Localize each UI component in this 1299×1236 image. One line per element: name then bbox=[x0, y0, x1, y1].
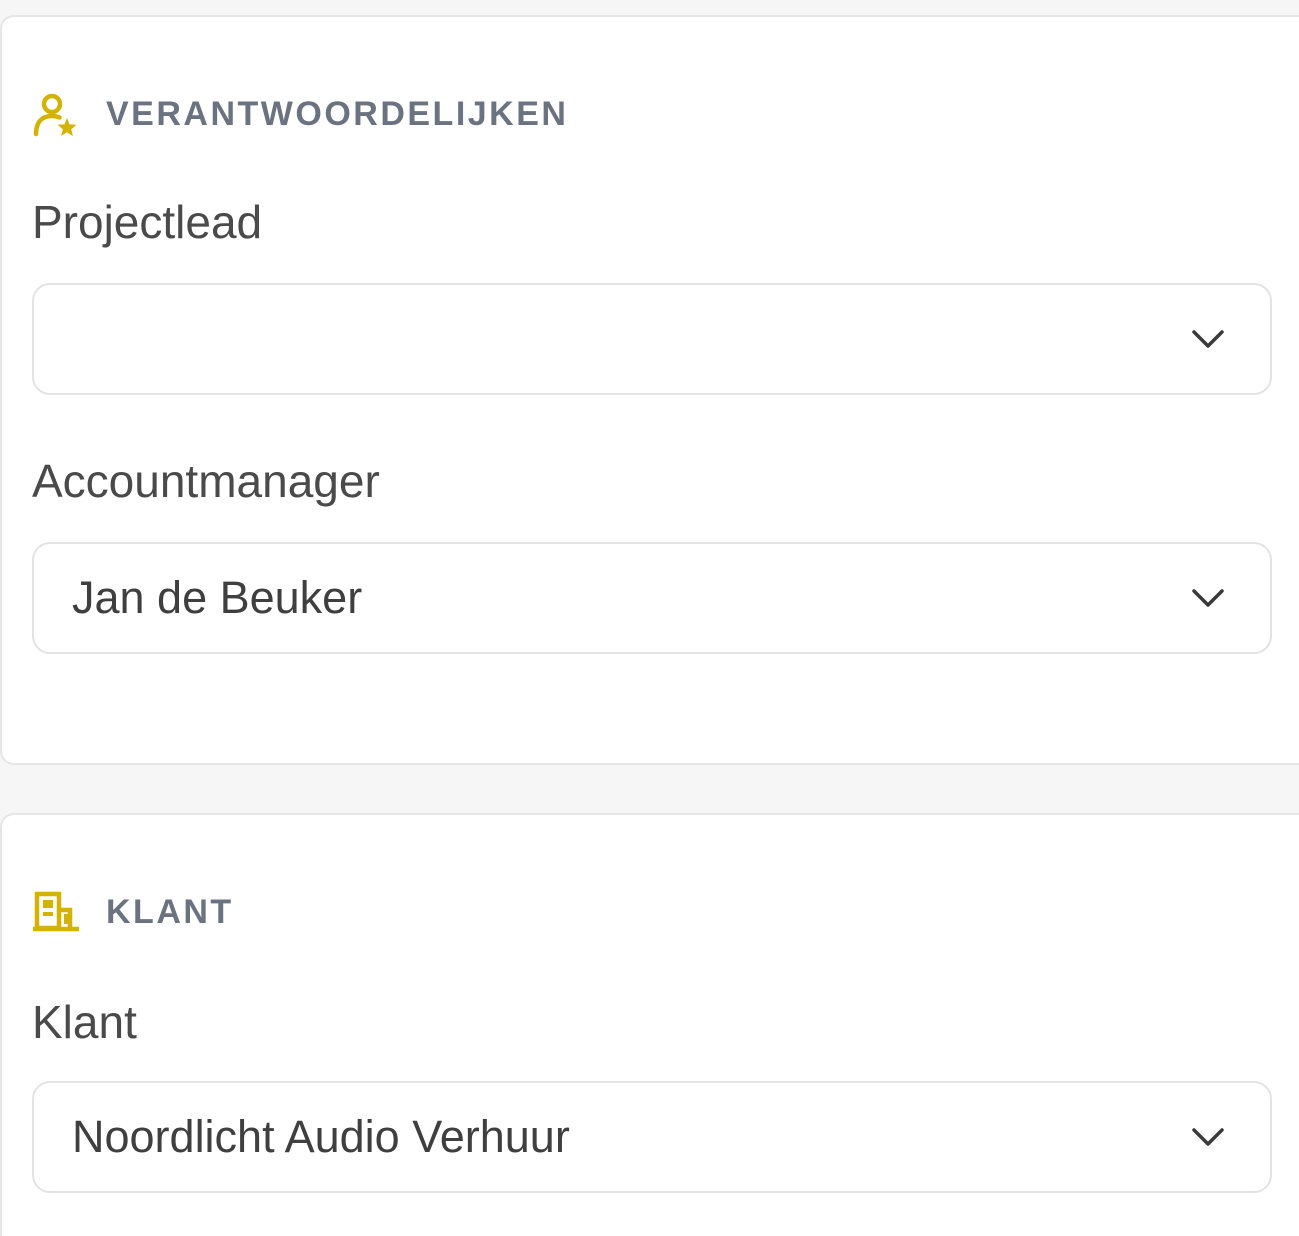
client-select[interactable]: Noordlicht Audio Verhuur bbox=[32, 1081, 1272, 1193]
projectlead-label: Projectlead bbox=[32, 196, 263, 248]
client-section-header: KLANT bbox=[32, 888, 234, 936]
client-label: Klant bbox=[32, 996, 137, 1048]
responsibles-section-header: VERANTWOORDELIJKEN bbox=[32, 90, 568, 138]
accountmanager-select[interactable]: Jan de Beuker bbox=[32, 542, 1272, 654]
accountmanager-label: Accountmanager bbox=[32, 455, 380, 507]
chevron-down-icon bbox=[1188, 1117, 1228, 1157]
section-title: KLANT bbox=[106, 892, 234, 931]
section-title: VERANTWOORDELIJKEN bbox=[106, 94, 569, 133]
accountmanager-value: Jan de Beuker bbox=[72, 572, 363, 623]
chevron-down-icon bbox=[1188, 319, 1228, 359]
client-value: Noordlicht Audio Verhuur bbox=[72, 1111, 570, 1162]
page: VERANTWOORDELIJKEN Projectlead Accountma… bbox=[0, 0, 1299, 1236]
building-icon bbox=[32, 888, 80, 936]
user-star-icon bbox=[32, 90, 80, 138]
projectlead-select[interactable] bbox=[32, 283, 1272, 395]
client-card: KLANT Klant Noordlicht Audio Verhuur bbox=[0, 813, 1299, 1236]
chevron-down-icon bbox=[1188, 578, 1228, 618]
responsibles-card: VERANTWOORDELIJKEN Projectlead Accountma… bbox=[0, 15, 1299, 765]
